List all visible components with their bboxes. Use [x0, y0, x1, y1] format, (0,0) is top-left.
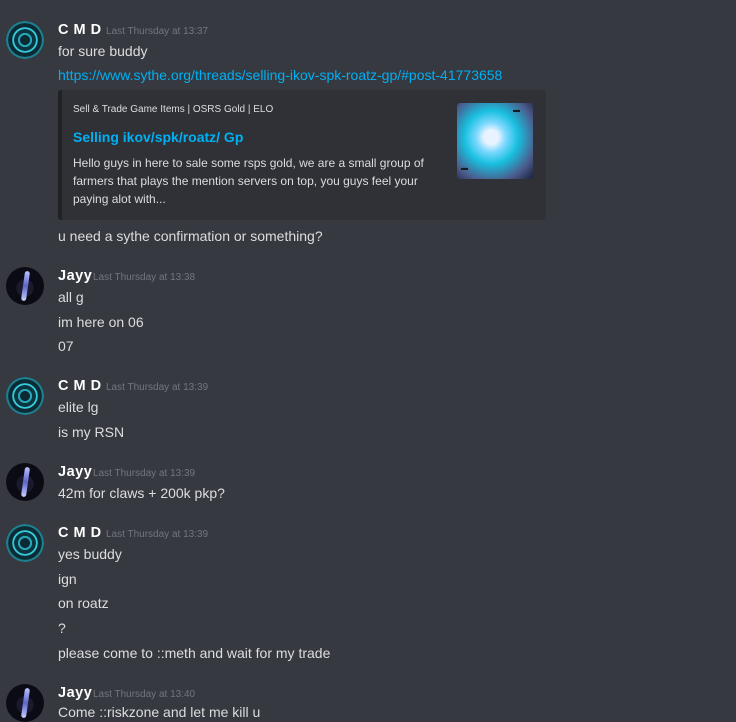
username[interactable]: C M D [58, 378, 102, 394]
message-text: 42m for claws + 200k pkp? [58, 485, 225, 501]
jayy-avatar-icon[interactable] [6, 463, 44, 501]
message-text: im here on 06 [58, 314, 144, 330]
message-text: yes buddy [58, 546, 122, 562]
message-text: u need a sythe confirmation or something… [58, 228, 323, 244]
message-text: elite lg [58, 399, 99, 415]
timestamp: Last Thursday at 13:39 [93, 468, 196, 479]
cmd-avatar-icon[interactable] [6, 21, 44, 59]
username[interactable]: C M D [58, 22, 102, 38]
message-text: all g [58, 289, 84, 305]
timestamp: Last Thursday at 13:37 [106, 26, 209, 37]
timestamp: Last Thursday at 13:39 [106, 382, 209, 393]
timestamp: Last Thursday at 13:40 [93, 689, 196, 700]
embed-thumbnail[interactable]: ▬ ▬ [457, 103, 533, 179]
embed-description: Hello guys in here to sale some rsps gol… [73, 156, 424, 206]
embed-title[interactable]: Selling ikov/spk/roatz/ Gp [73, 129, 243, 145]
timestamp: Last Thursday at 13:38 [93, 272, 196, 283]
username[interactable]: C M D [58, 525, 102, 541]
message-text: Come ::riskzone and let me kill u [58, 704, 261, 720]
username[interactable]: Jayy [58, 268, 92, 284]
message-text: for sure buddy [58, 43, 148, 59]
cmd-avatar-icon[interactable] [6, 377, 44, 415]
cmd-avatar-icon[interactable] [6, 524, 44, 562]
link-embed: Sell & Trade Game Items | OSRS Gold | EL… [58, 90, 546, 220]
message-text: on roatz [58, 595, 109, 611]
message-text: is my RSN [58, 424, 125, 440]
message-text: ign [58, 571, 77, 587]
timestamp: Last Thursday at 13:39 [106, 529, 209, 540]
username[interactable]: Jayy [58, 464, 92, 480]
jayy-avatar-icon[interactable] [6, 684, 44, 722]
message-text: ? [58, 620, 66, 636]
message-link[interactable]: https://www.sythe.org/threads/selling-ik… [58, 67, 502, 83]
embed-provider[interactable]: Sell & Trade Game Items | OSRS Gold | EL… [73, 104, 273, 115]
username[interactable]: Jayy [58, 685, 92, 701]
message-text: 07 [58, 338, 74, 354]
message-text: please come to ::meth and wait for my tr… [58, 645, 331, 661]
jayy-avatar-icon[interactable] [6, 267, 44, 305]
